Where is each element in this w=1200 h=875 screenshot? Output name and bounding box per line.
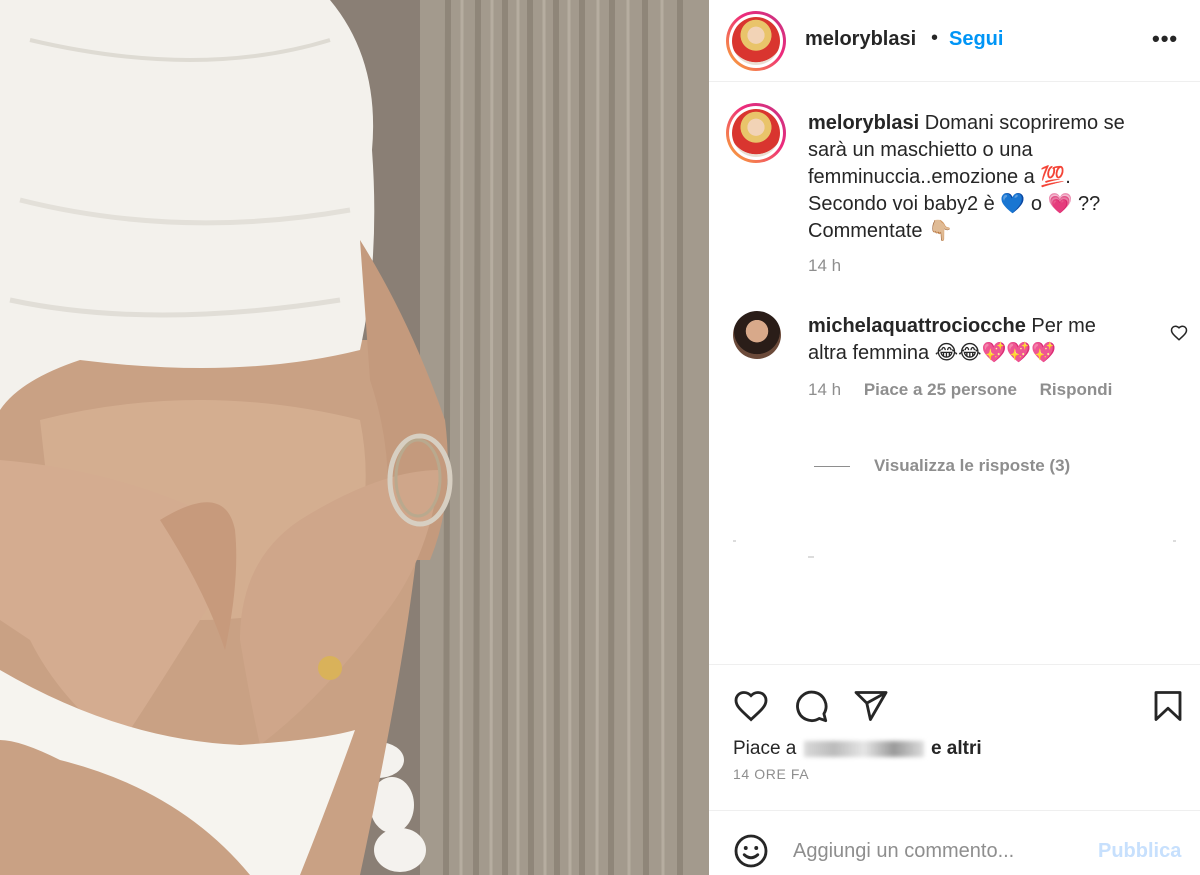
post-header: meloryblasi • Segui ••• [709,0,1200,82]
post-caption: meloryblasi Domani scopriremo se sarà un… [808,110,1158,245]
separator-dot: • [931,27,939,49]
commenter-avatar[interactable] [733,311,781,359]
comment-text-part1: Per me [1025,315,1096,337]
reply-button[interactable]: Rispondi [1040,380,1113,399]
caption-text-line2: sarà un maschietto o una [808,139,1033,161]
post-photo [0,0,709,875]
post-photo-illustration [0,0,709,875]
replies-divider [814,466,850,468]
add-comment-input[interactable] [793,835,1093,867]
emoji-smiley-icon[interactable] [733,833,769,869]
comment-likes-count[interactable]: Piace a 25 persone [864,380,1017,399]
likes-summary[interactable]: Piace a e altri [733,738,982,760]
view-replies-button[interactable]: Visualizza le risposte (3) [814,456,1070,476]
post-timestamp[interactable]: 14 ORE FA [733,766,809,782]
post-details-panel: meloryblasi • Segui ••• meloryblasi Doma… [709,0,1200,875]
caption-username[interactable]: meloryblasi [808,112,919,134]
paper-plane-icon[interactable] [853,688,889,724]
caption-timestamp[interactable]: 14 h [808,256,841,276]
comment-text-part2: altra femmina 😂😂💖💖💖 [808,342,1057,364]
comment-meta: 14 h Piace a 25 persone Rispondi [808,380,1130,400]
comment-like-heart-icon[interactable] [1170,324,1188,342]
post-actions-bar: Piace a e altri 14 ORE FA [709,664,1200,810]
author-username[interactable]: meloryblasi [805,28,916,51]
faint-mark-right [1173,540,1176,542]
caption-text-line3: femminuccia..emozione a 💯. [808,166,1071,188]
comment-bubble-icon[interactable] [793,688,829,724]
caption-text-line5: Commentate 👇🏼 [808,220,953,242]
bookmark-icon[interactable] [1150,688,1186,724]
caption-text-line4: Secondo voi baby2 è 💙 o 💗 ?? [808,193,1101,215]
author-avatar-image [732,17,780,65]
commenter-username[interactable]: michelaquattrociocche [808,315,1026,337]
comment-text: michelaquattrociocche Per me altra femmi… [808,313,1158,367]
blurred-liker-name [803,740,924,757]
faint-mark-middle [808,556,814,558]
faint-mark-left [733,540,736,542]
more-options-icon[interactable]: ••• [1152,26,1178,52]
comment-composer: Pubblica [709,810,1200,875]
comment-timestamp[interactable]: 14 h [808,380,841,399]
caption-text-line1: Domani scopriremo se [919,112,1125,134]
follow-button[interactable]: Segui [949,28,1003,51]
caption-author-avatar[interactable] [726,103,786,163]
likes-suffix: e altri [930,738,982,759]
view-replies-label: Visualizza le risposte (3) [874,456,1071,475]
publish-button[interactable]: Pubblica [1098,840,1181,863]
author-avatar[interactable] [726,11,786,71]
likes-prefix: Piace a [733,738,797,759]
caption-author-avatar-image [732,109,780,157]
heart-icon[interactable] [733,688,769,724]
